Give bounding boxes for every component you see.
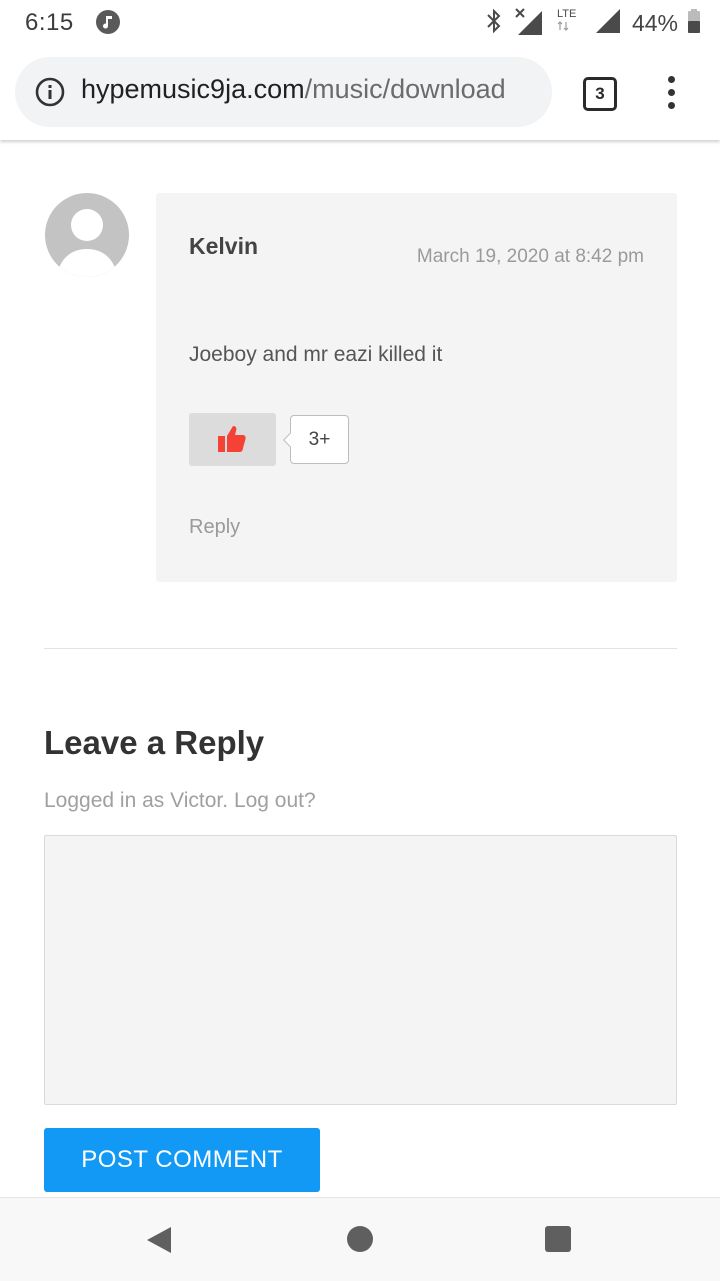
url-bar[interactable]: hypemusic9ja.com/music/download	[15, 57, 552, 127]
bluetooth-icon	[484, 8, 504, 39]
avatar	[45, 193, 129, 277]
status-icons: LTE 44%	[484, 8, 700, 38]
logged-in-line: Logged in as Victor. Log out?	[44, 789, 316, 813]
comment-author[interactable]: Kelvin	[189, 233, 258, 260]
logged-in-separator: .	[222, 789, 234, 812]
user-profile-link[interactable]: Victor	[170, 789, 222, 812]
music-note-icon	[96, 10, 120, 34]
home-icon[interactable]	[347, 1226, 373, 1252]
like-count: 3+	[290, 415, 349, 464]
browser-toolbar: hypemusic9ja.com/music/download 3	[0, 46, 720, 140]
more-menu-icon[interactable]	[664, 76, 678, 112]
recent-apps-icon[interactable]	[545, 1226, 571, 1252]
post-comment-button[interactable]: POST COMMENT	[44, 1128, 320, 1192]
signal-no-data-icon	[514, 7, 544, 40]
url-path: /music/download	[304, 74, 506, 104]
comment: Kelvin March 19, 2020 at 8:42 pm Joeboy …	[156, 193, 677, 582]
url-text[interactable]: hypemusic9ja.com/music/download	[81, 74, 541, 105]
cell-signal-icon	[594, 7, 622, 40]
divider	[44, 648, 677, 649]
back-icon[interactable]	[146, 1226, 172, 1259]
comment-textarea[interactable]	[44, 835, 677, 1105]
tab-switcher-button[interactable]: 3	[583, 77, 617, 111]
info-icon[interactable]	[35, 77, 65, 107]
logout-link[interactable]: Log out?	[234, 789, 316, 812]
svg-text:LTE: LTE	[557, 8, 576, 20]
reply-form-title: Leave a Reply	[44, 724, 265, 761]
reply-link[interactable]: Reply	[189, 516, 240, 539]
comment-text: Joeboy and mr eazi killed it	[189, 343, 443, 366]
status-time: 6:15	[25, 9, 74, 36]
like-button[interactable]	[189, 413, 276, 466]
lte-signal-icon: LTE	[554, 6, 584, 41]
thumbs-up-icon	[218, 426, 246, 452]
system-nav-bar	[0, 1197, 720, 1281]
battery-percent: 44%	[631, 9, 678, 36]
url-domain: hypemusic9ja.com	[81, 74, 305, 104]
logged-in-prefix: Logged in as	[44, 789, 171, 812]
status-bar: 6:15 LTE 44%	[0, 0, 720, 46]
battery-icon	[688, 8, 700, 38]
comment-date[interactable]: March 19, 2020 at 8:42 pm	[404, 235, 644, 279]
